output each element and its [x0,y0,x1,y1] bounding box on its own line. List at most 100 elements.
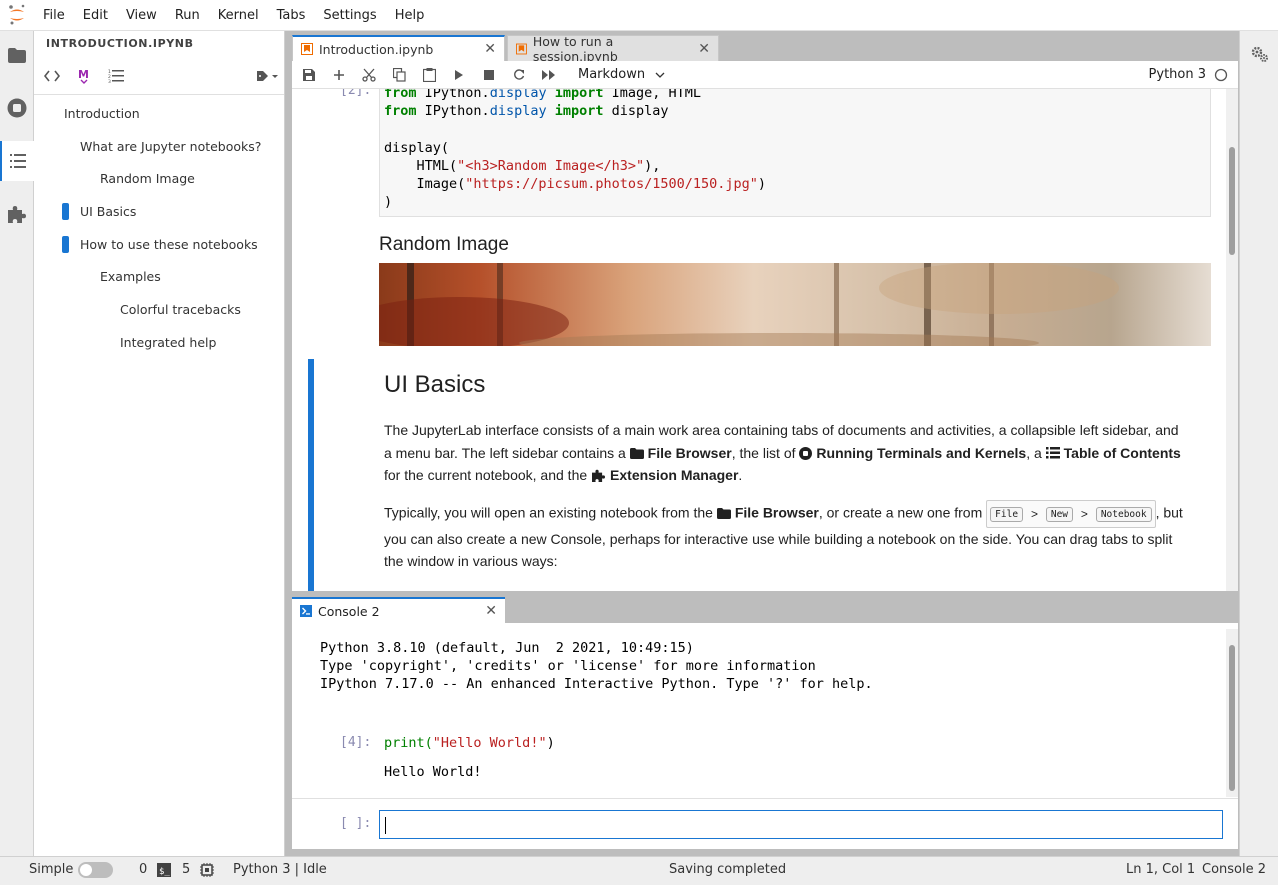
toc-item[interactable]: What are Jupyter notebooks? [34,132,285,162]
scroll-thumb[interactable] [1229,645,1235,791]
save-status-message: Saving completed [669,862,787,877]
code-line: ) [384,194,393,211]
toc-title: INTRODUCTION.IPYNB [46,37,194,50]
notebook-toolbar: Markdown Python 3 [292,61,1238,89]
toc-item-label: How to use these notebooks [80,237,258,252]
close-icon[interactable]: ✕ [472,41,496,57]
toc-item-label: Examples [100,269,161,284]
cell-type-value: Markdown [578,67,646,82]
scroll-thumb[interactable] [1229,147,1235,255]
console-banner-line: Type 'copyright', 'credits' or 'license'… [320,658,816,674]
stop-icon[interactable] [474,62,504,88]
toc-item-active[interactable]: How to use these notebooks [34,230,285,260]
cell-prompt: [2]: [340,89,372,98]
console-cell-prompt: [4]: [340,735,372,750]
copy-icon[interactable] [384,62,414,88]
toc-visible-marker [62,203,69,220]
active-cell-marker [308,359,314,591]
kernel-count[interactable]: 5 [182,862,190,877]
kernel-name: Python 3 [1148,67,1206,82]
toc-toolbar: M 123 [34,57,284,95]
active-widget-label: Console 2 [1202,862,1267,877]
simple-mode-toggle[interactable] [78,862,113,878]
right-sidebar-tabs [1239,31,1278,856]
code-line: HTML("<h3>Random Image</h3>"), [384,157,661,174]
toc-item[interactable]: Integrated help [34,328,285,358]
restart-icon[interactable] [504,62,534,88]
svg-text:3: 3 [108,79,111,83]
tab-introduction[interactable]: Introduction.ipynb ✕ [292,35,505,61]
close-icon[interactable]: ✕ [686,41,710,57]
menu-settings[interactable]: Settings [314,0,385,31]
menu-file[interactable]: File [34,0,74,31]
toc-item[interactable]: Random Image [34,164,285,194]
property-inspector-gears-icon[interactable] [1251,45,1269,67]
console-input[interactable] [379,810,1223,839]
menu-run[interactable]: Run [166,0,209,31]
toc-item-label: Introduction [64,106,140,121]
toc-item-label: UI Basics [80,204,137,219]
puzzle-icon[interactable] [0,194,34,234]
toc-item-label: Random Image [100,171,195,186]
menu-kernel[interactable]: Kernel [209,0,268,31]
notebook-file-icon [516,43,527,54]
simple-mode-label: Simple [29,862,74,877]
fast-forward-icon[interactable] [534,62,564,88]
folder-icon[interactable] [0,35,34,75]
terminal-count[interactable]: 0 [139,862,147,877]
left-sidebar-tabs [0,31,34,856]
tab-label: Introduction.ipynb [319,41,434,57]
jupyterlab-window: File Edit View Run Kernel Tabs Settings … [0,0,1278,885]
cell-type-select[interactable]: Markdown [578,67,674,82]
toc-visible-marker [62,236,69,253]
toc-list-icon[interactable] [0,141,34,181]
status-bar: Simple 0 $_ 5 Python 3 | Idle Saving com… [0,856,1278,885]
code-line: display( [384,139,450,156]
save-icon[interactable] [294,62,324,88]
tag-dropdown-icon[interactable] [252,62,284,90]
output-heading: Random Image [379,234,509,255]
menu-bar: File Edit View Run Kernel Tabs Settings … [0,0,1278,31]
markdown-toggle-icon[interactable]: M [68,62,100,90]
menu-path: File > New > Notebook [986,500,1156,528]
console-code-line: print("Hello World!") [384,735,555,751]
tab-how-to-run[interactable]: How to run a session.ipynb ✕ [507,34,719,64]
code-line: Image("https://picsum.photos/1500/150.jp… [384,176,767,193]
markdown-paragraph: The JupyterLab interface consists of a m… [384,422,1181,484]
kernel-status[interactable]: Python 3 | Idle [233,862,327,877]
cursor-position[interactable]: Ln 1, Col 1 [1126,862,1195,877]
stop-circle-icon[interactable] [0,88,34,128]
folder-icon [629,447,644,459]
paste-icon[interactable] [414,62,444,88]
run-icon[interactable] [444,62,474,88]
console-output-area[interactable]: Python 3.8.10 (default, Jun 2 2021, 10:4… [292,629,1226,797]
menu-help[interactable]: Help [386,0,434,31]
console-banner-line: IPython 7.17.0 -- An enhanced Interactiv… [320,676,873,692]
code-toggle-icon[interactable] [36,62,68,90]
numbered-list-icon[interactable]: 123 [100,62,132,90]
tab-console-2[interactable]: Console 2 ✕ [292,597,505,623]
toc-item[interactable]: Examples [34,262,285,292]
cut-icon[interactable] [354,62,384,88]
tab-label: Console 2 [318,603,380,619]
toc-item-active[interactable]: UI Basics [34,197,285,227]
notebook-scrollbar[interactable] [1226,89,1238,591]
markdown-paragraph: Typically, you will open an existing not… [384,500,1194,573]
close-icon[interactable]: ✕ [485,603,497,619]
menu-view[interactable]: View [117,0,166,31]
code-cell[interactable]: from IPython.display import Image, HTML … [379,89,1211,217]
toc-item-label: What are Jupyter notebooks? [80,139,262,154]
menu-edit[interactable]: Edit [74,0,117,31]
kernel-indicator[interactable]: Python 3 [1149,67,1228,82]
toc-item[interactable]: Introduction [34,99,285,129]
toc-item[interactable]: Colorful tracebacks [34,295,285,325]
menu-tabs[interactable]: Tabs [268,0,315,31]
table-of-contents-panel: INTRODUCTION.IPYNB M 123 Introduction Wh… [34,31,285,856]
notebook-cells[interactable]: [2]: from IPython.display import Image, … [292,89,1226,591]
jupyter-logo-icon [0,0,34,31]
add-cell-icon[interactable] [324,62,354,88]
toc-list-icon [1045,446,1060,459]
notebook-tab-bar: Introduction.ipynb ✕ How to run a sessio… [292,34,1238,64]
console-scrollbar[interactable] [1226,629,1238,797]
toc-item-label: Integrated help [120,335,217,350]
